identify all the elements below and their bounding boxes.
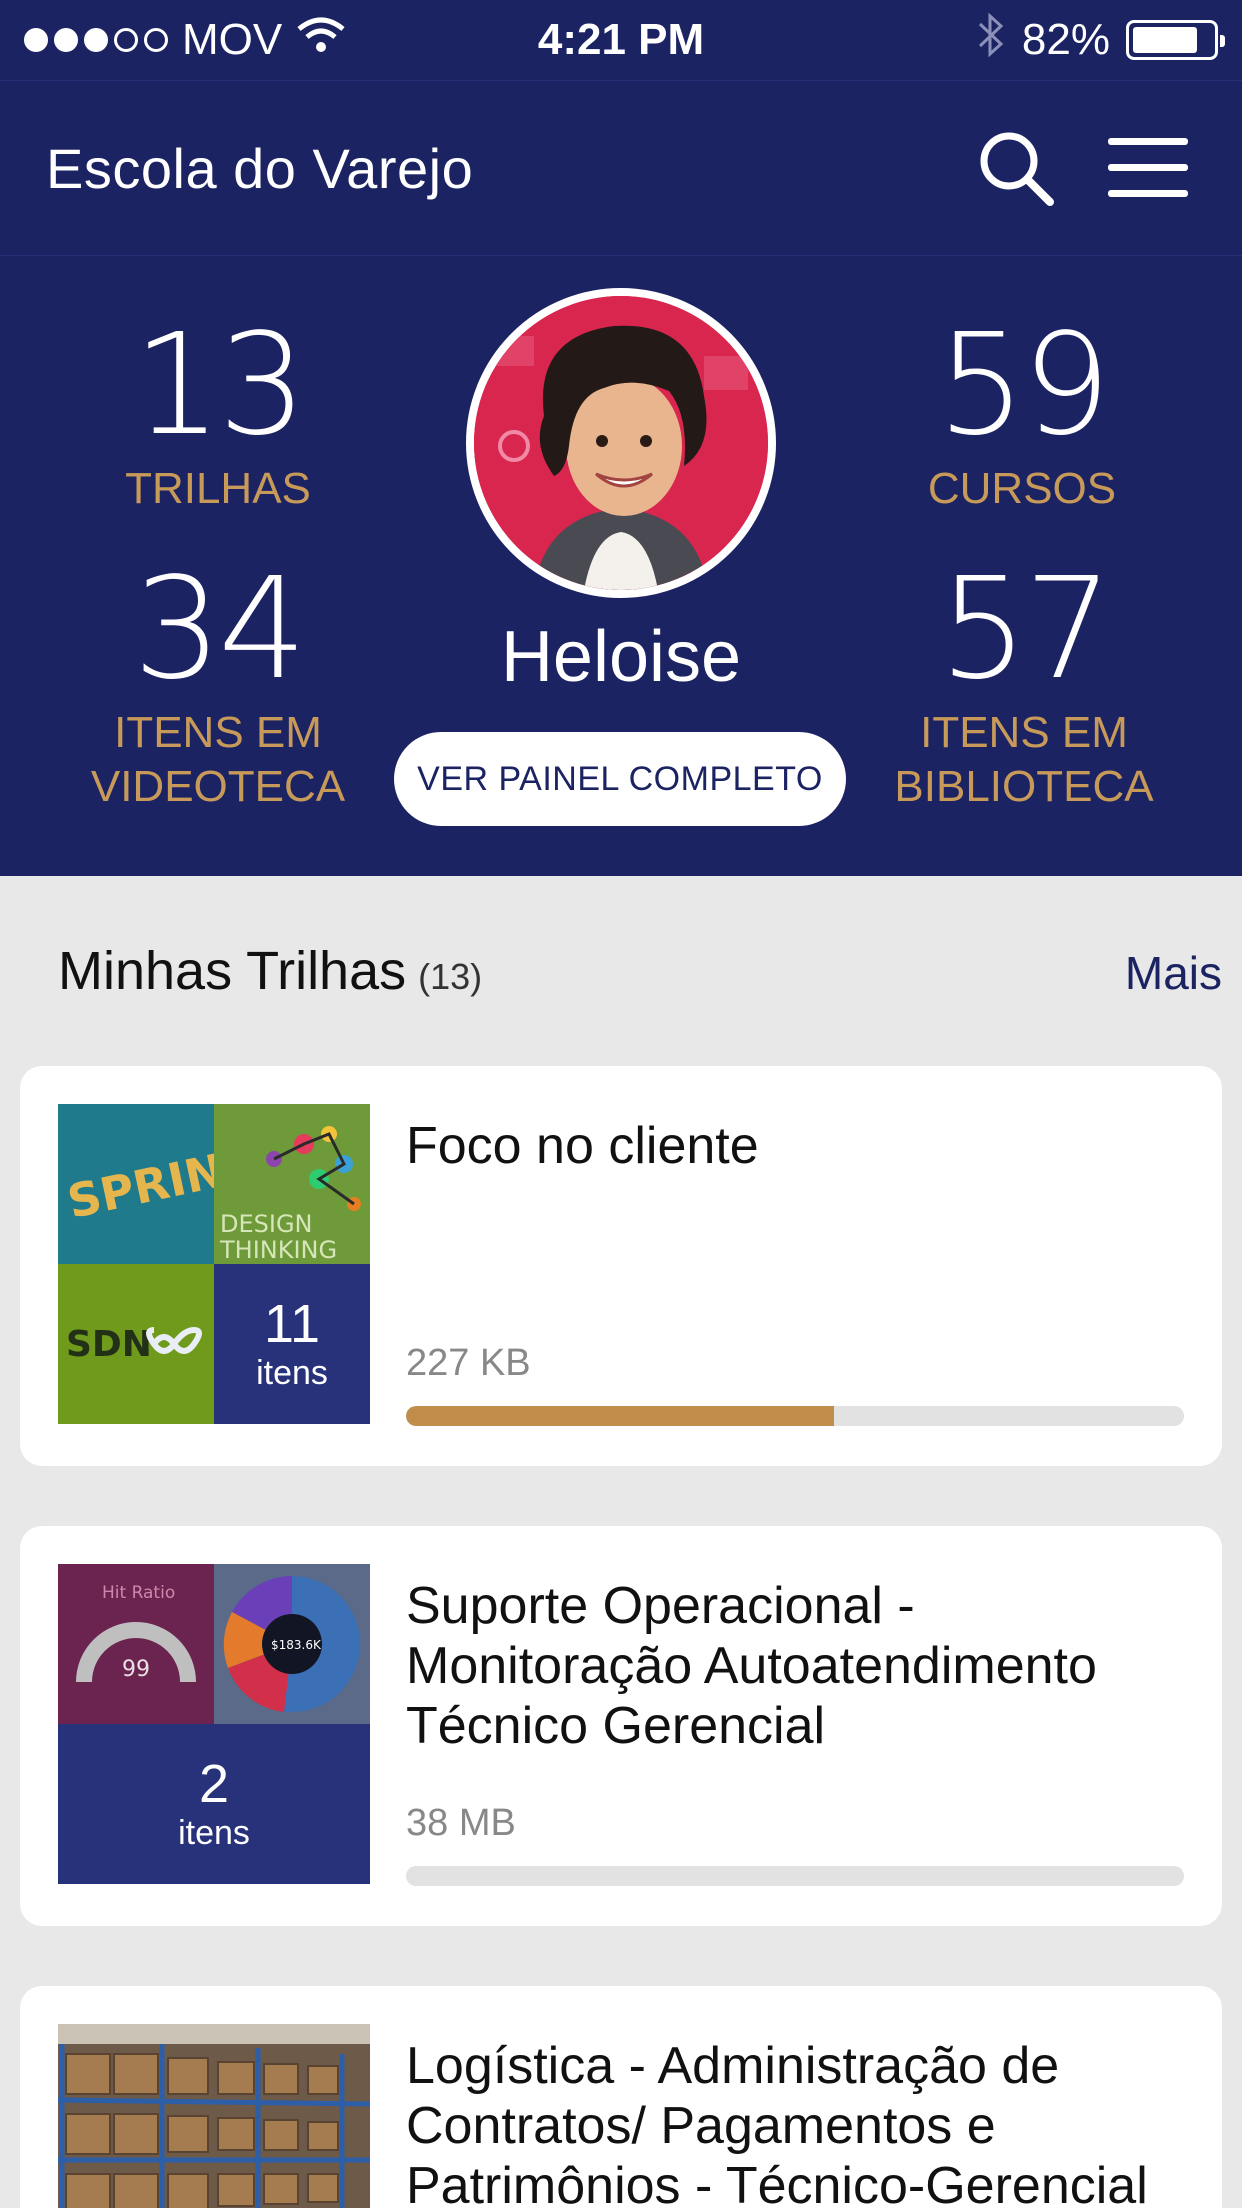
thinking-text: THINKING — [219, 1236, 337, 1264]
trail-progress-bar — [406, 1406, 1184, 1426]
design-text: DESIGN — [220, 1210, 313, 1238]
trail-title: Foco no cliente — [406, 1117, 759, 1175]
stat-label: ITENS EM VIDEOTECA — [90, 708, 346, 811]
trail-card[interactable]: Logística - Administração de Contratos/ … — [20, 1986, 1222, 2208]
gauge-value: 99 — [122, 1657, 150, 1682]
stat-value: 13 — [132, 304, 307, 467]
trail-thumbnail — [58, 2024, 370, 2208]
more-link[interactable]: Mais — [1125, 946, 1222, 1000]
carrier-name: MOV — [182, 15, 283, 64]
battery-level — [1133, 27, 1197, 53]
trail-card[interactable]: Hit Ratio 99 $183.6K 2 itens Suporte Ope… — [20, 1526, 1222, 1926]
avatar[interactable] — [466, 288, 776, 598]
stat-cursos[interactable]: 59 CURSOS — [872, 316, 1172, 516]
trail-progress-bar — [406, 1866, 1184, 1886]
full-panel-button[interactable]: VER PAINEL COMPLETO — [394, 732, 846, 826]
items-count-tile: 11 itens — [214, 1264, 370, 1424]
trail-thumbnail: Hit Ratio 99 $183.6K 2 itens — [58, 1564, 370, 1884]
app-title: Escola do Varejo — [46, 136, 474, 200]
sdn-tile: SDN — [58, 1264, 214, 1424]
items-count: 2 — [198, 1754, 230, 1814]
status-right: 82% — [798, 10, 1225, 71]
menu-button[interactable] — [1100, 120, 1196, 216]
search-button[interactable] — [968, 120, 1064, 216]
section-header: Minhas Trilhas (13) Mais — [58, 940, 1222, 1002]
stat-trilhas[interactable]: 13 TRILHAS — [68, 316, 368, 516]
trail-size: 227 KB — [406, 1342, 531, 1384]
wifi-icon — [296, 15, 346, 66]
warehouse-image — [58, 2024, 370, 2208]
stat-label: ITENS EM BIBLIOTECA — [894, 708, 1154, 811]
sprint-text: SPRINT — [63, 1137, 214, 1229]
items-count: 11 — [263, 1294, 321, 1354]
battery-percent: 82% — [1021, 15, 1110, 64]
pie-chart-tile: $183.6K — [214, 1564, 370, 1724]
trail-title: Logística - Administração de Contratos/ … — [406, 2037, 1148, 2208]
hamburger-menu-icon — [1108, 138, 1188, 197]
trail-title: Suporte Operacional - Monitoração Autoat… — [406, 1577, 1097, 1755]
design-thinking-tile: DESIGN THINKING — [214, 1104, 370, 1264]
bluetooth-icon — [976, 10, 1006, 71]
profile-summary: 13 TRILHAS 59 CURSOS 34 ITENS EM VIDEOTE… — [0, 256, 1242, 876]
stat-label: CURSOS — [927, 464, 1117, 513]
status-bar: MOV 4:21 PM 82% — [0, 0, 1242, 80]
top-navbar: Escola do Varejo — [0, 80, 1242, 256]
trail-card[interactable]: SPRINT DESIGN THINKING SDN 11 itens Foco… — [20, 1066, 1222, 1466]
battery-icon — [1126, 20, 1225, 60]
pie-value: $183.6K — [271, 1638, 322, 1652]
stat-value: 59 — [936, 304, 1111, 467]
items-label: itens — [256, 1354, 328, 1392]
stat-value: 34 — [132, 548, 307, 711]
items-label: itens — [178, 1814, 250, 1852]
sdn-text: SDN — [66, 1324, 152, 1365]
hit-ratio-tile: Hit Ratio 99 — [58, 1564, 214, 1724]
trail-size: 38 MB — [406, 1802, 516, 1844]
trail-progress-fill — [406, 1406, 834, 1426]
stat-label: TRILHAS — [125, 464, 311, 513]
status-left: MOV — [24, 15, 444, 66]
user-name: Heloise — [500, 617, 742, 697]
hit-ratio-label: Hit Ratio — [102, 1583, 175, 1603]
status-time: 4:21 PM — [537, 15, 705, 64]
signal-strength-icon — [24, 28, 168, 52]
sprint-tile: SPRINT — [58, 1104, 214, 1264]
search-icon — [980, 132, 1054, 206]
section-count: (13) — [418, 956, 483, 997]
stat-biblioteca[interactable]: 57 ITENS EM BIBLIOTECA — [864, 560, 1184, 814]
stat-value: 57 — [938, 548, 1113, 711]
section-title: Minhas Trilhas — [58, 941, 407, 1001]
items-count-tile: 2 itens — [58, 1724, 370, 1884]
stat-videoteca[interactable]: 34 ITENS EM VIDEOTECA — [58, 560, 378, 814]
trail-thumbnail: SPRINT DESIGN THINKING SDN 11 itens — [58, 1104, 370, 1424]
